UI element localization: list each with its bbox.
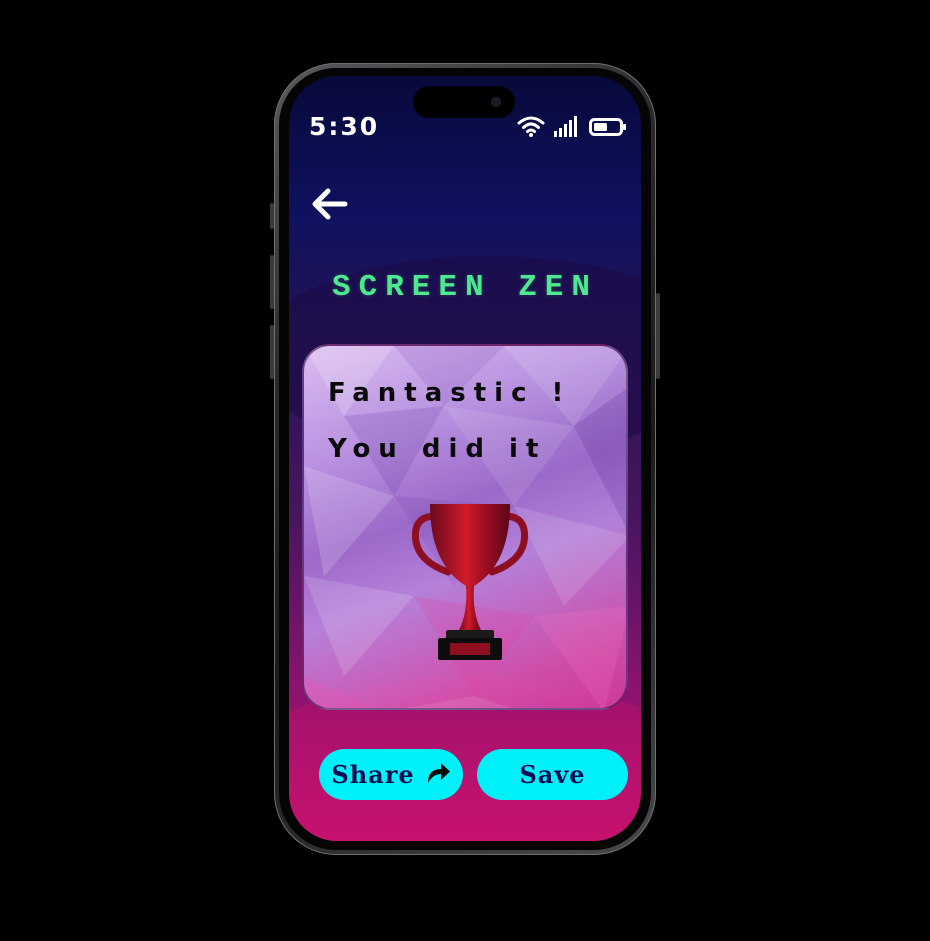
share-button-label: Share: [331, 760, 415, 789]
cellular-signal-icon: [553, 115, 581, 141]
phone-power-button: [656, 293, 660, 379]
share-button[interactable]: Share: [319, 749, 463, 800]
status-time: 5:30: [309, 112, 380, 141]
stage: 5:30 SCREEN ZEN Fantastic ! You did it S…: [0, 0, 930, 941]
wifi-icon: [517, 115, 545, 141]
save-button-label: Save: [519, 760, 586, 789]
battery-icon: [589, 117, 627, 141]
save-button[interactable]: Save: [477, 749, 628, 800]
share-arrow-icon: [425, 760, 451, 790]
congrats-line-2: You did it: [328, 434, 547, 464]
trophy-icon: [411, 504, 529, 660]
status-icons: [517, 115, 627, 141]
arrow-left-icon: [310, 187, 348, 225]
app-screen: 5:30 SCREEN ZEN Fantastic ! You did it S…: [289, 76, 641, 841]
app-title: SCREEN ZEN: [331, 270, 599, 305]
front-camera: [491, 97, 501, 107]
back-button[interactable]: [309, 186, 349, 226]
congrats-line-1: Fantastic !: [328, 378, 572, 408]
achievement-card: Fantastic ! You did it: [302, 344, 628, 710]
dynamic-island: [413, 86, 515, 118]
